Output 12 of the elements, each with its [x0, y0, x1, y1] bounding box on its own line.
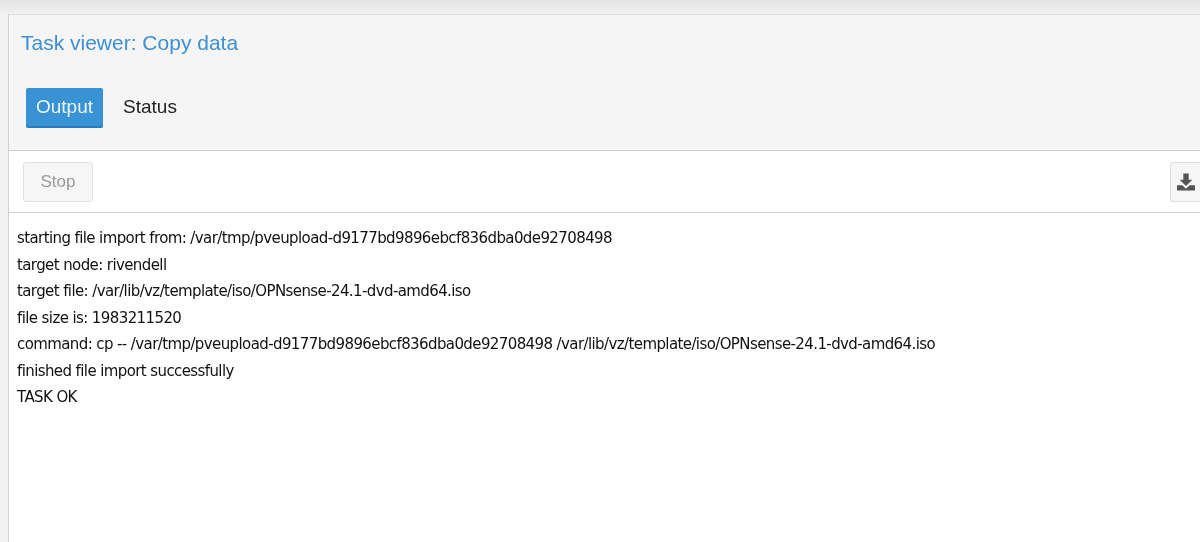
log-line: file size is: 1983211520 — [17, 307, 182, 329]
log-line: starting file import from: /var/tmp/pveupload-d9177bd9896ebcf836dba0de92708498 — [17, 228, 612, 249]
download-button[interactable] — [1170, 161, 1200, 202]
tab[interactable]: Status — [113, 88, 187, 126]
log-line: TASK OK — [17, 387, 77, 408]
window-title: Task viewer: Copy data — [20, 30, 239, 55]
log-line: target node: rivendell — [17, 254, 167, 276]
download-icon — [1177, 172, 1195, 191]
log-line: target file: /var/lib/vz/template/iso/OPNsense-24.1-dvd-amd64.iso — [17, 281, 471, 302]
log-line: command: cp -- /var/tmp/pveupload-d9177bd9896ebcf836dba0de92708498 /var/lib/vz/template/iso/OPNsense-24.1-dvd-amd64.iso — [17, 334, 936, 355]
log-line: finished file import successfully — [17, 360, 234, 382]
tab[interactable]: Output — [26, 88, 104, 126]
